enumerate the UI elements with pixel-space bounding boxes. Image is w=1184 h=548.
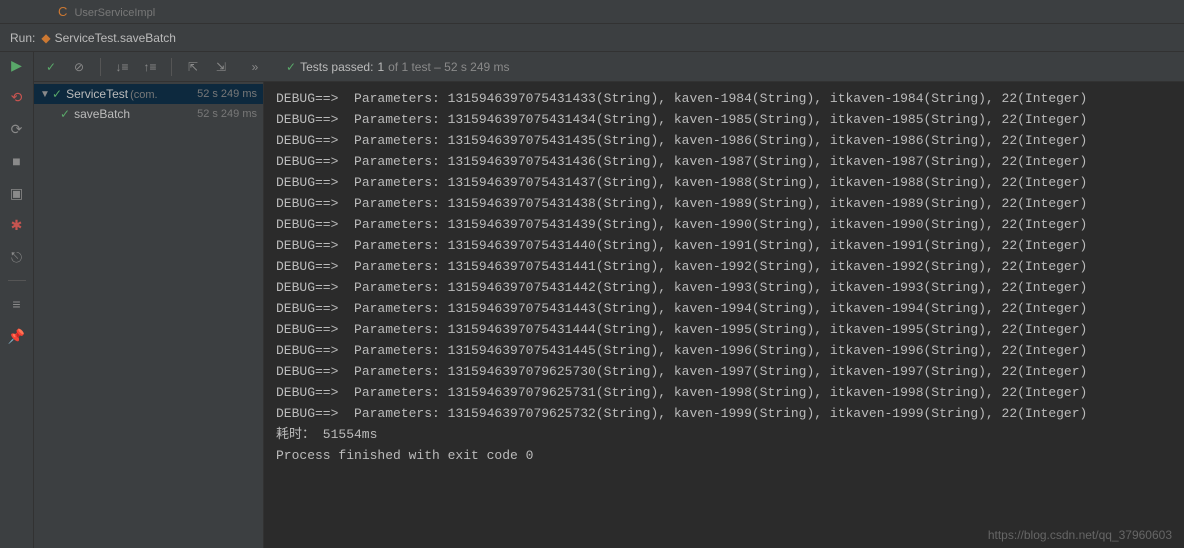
tree-child[interactable]: ✓ saveBatch 52 s 249 ms bbox=[34, 104, 263, 124]
main-area: ▶ ⟲ ⟳ ■ ▣ ✱ ⎋ ≡ 📌 ✓ ⊘ ↓≡ ↑≡ ⇱ ⇲ » ✓ Test… bbox=[0, 52, 1184, 548]
center-wrap: ✓ ⊘ ↓≡ ↑≡ ⇱ ⇲ » ✓ Tests passed: 1 of 1 t… bbox=[34, 52, 1184, 548]
gutter-separator bbox=[8, 280, 26, 281]
console-line: DEBUG==> Parameters: 1315946397079625731… bbox=[276, 382, 1172, 403]
run-toolbar: Run: ◆ ServiceTest.saveBatch bbox=[0, 24, 1184, 52]
console-line: DEBUG==> Parameters: 1315946397075431438… bbox=[276, 193, 1172, 214]
tree-root-name: ServiceTest(com. bbox=[66, 87, 197, 101]
rerun-failed-icon[interactable]: ⟲ bbox=[8, 88, 26, 106]
body-row: ▼ ✓ ServiceTest(com. 52 s 249 ms ✓ saveB… bbox=[34, 82, 1184, 548]
sort-down-button[interactable]: ↓≡ bbox=[111, 56, 133, 78]
console-line: DEBUG==> Parameters: 1315946397075431441… bbox=[276, 256, 1172, 277]
test-tree[interactable]: ▼ ✓ ServiceTest(com. 52 s 249 ms ✓ saveB… bbox=[34, 82, 264, 548]
console-line: DEBUG==> Parameters: 1315946397079625732… bbox=[276, 403, 1172, 424]
expand-all-button[interactable]: ⇱ bbox=[182, 56, 204, 78]
more-button[interactable]: » bbox=[244, 56, 266, 78]
console-line: DEBUG==> Parameters: 1315946397075431434… bbox=[276, 109, 1172, 130]
separator bbox=[100, 58, 101, 76]
tree-root-time: 52 s 249 ms bbox=[197, 88, 257, 100]
run-config-name[interactable]: ServiceTest.saveBatch bbox=[55, 31, 176, 45]
check-icon: ✓ bbox=[52, 87, 62, 101]
run-icon[interactable]: ▶ bbox=[8, 56, 26, 74]
watermark: https://blog.csdn.net/qq_37960603 bbox=[988, 528, 1172, 542]
console-line: DEBUG==> Parameters: 1315946397075431440… bbox=[276, 235, 1172, 256]
console-line: DEBUG==> Parameters: 1315946397075431444… bbox=[276, 319, 1172, 340]
dump-icon[interactable]: ▣ bbox=[8, 184, 26, 202]
run-label: Run: bbox=[10, 31, 35, 45]
breadcrumb-dim: C UserServiceImpl bbox=[58, 4, 155, 19]
chevron-down-icon[interactable]: ▼ bbox=[40, 89, 52, 100]
test-status: ✓ Tests passed: 1 of 1 test – 52 s 249 m… bbox=[286, 60, 510, 74]
console-line: DEBUG==> Parameters: 1315946397075431445… bbox=[276, 340, 1172, 361]
console-line: DEBUG==> Parameters: 1315946397075431436… bbox=[276, 151, 1172, 172]
debug-icon[interactable]: ✱ bbox=[8, 216, 26, 234]
layout-icon[interactable]: ≡ bbox=[8, 295, 26, 313]
console-line: DEBUG==> Parameters: 1315946397075431433… bbox=[276, 88, 1172, 109]
left-gutter: ▶ ⟲ ⟳ ■ ▣ ✱ ⎋ ≡ 📌 bbox=[0, 52, 34, 548]
console-output[interactable]: DEBUG==> Parameters: 1315946397075431433… bbox=[264, 82, 1184, 548]
pin-icon[interactable]: 📌 bbox=[8, 327, 26, 345]
tests-of-text: of 1 test – 52 s 249 ms bbox=[388, 60, 509, 74]
exit-icon[interactable]: ⎋ bbox=[8, 248, 26, 266]
show-ignored-button[interactable]: ⊘ bbox=[68, 56, 90, 78]
breadcrumb-text[interactable]: UserServiceImpl bbox=[74, 7, 155, 19]
tree-root[interactable]: ▼ ✓ ServiceTest(com. 52 s 249 ms bbox=[34, 84, 263, 104]
stop-icon[interactable]: ■ bbox=[8, 152, 26, 170]
separator bbox=[171, 58, 172, 76]
top-bar: C UserServiceImpl bbox=[0, 0, 1184, 24]
console-line: 耗时： 51554ms bbox=[276, 424, 1172, 445]
console-line: DEBUG==> Parameters: 1315946397075431435… bbox=[276, 130, 1172, 151]
test-file-icon: ◆ bbox=[41, 31, 50, 45]
console-line: DEBUG==> Parameters: 1315946397079625730… bbox=[276, 361, 1172, 382]
tree-child-name: saveBatch bbox=[74, 107, 197, 121]
show-passed-button[interactable]: ✓ bbox=[40, 56, 62, 78]
console-line: DEBUG==> Parameters: 1315946397075431437… bbox=[276, 172, 1172, 193]
tests-passed-label: Tests passed: bbox=[300, 60, 373, 74]
tests-passed-count: 1 bbox=[377, 60, 384, 74]
sort-up-button[interactable]: ↑≡ bbox=[139, 56, 161, 78]
console-line: DEBUG==> Parameters: 1315946397075431439… bbox=[276, 214, 1172, 235]
console-line: DEBUG==> Parameters: 1315946397075431443… bbox=[276, 298, 1172, 319]
class-icon: C bbox=[58, 4, 67, 19]
check-icon: ✓ bbox=[286, 60, 296, 74]
toggle-auto-icon[interactable]: ⟳ bbox=[8, 120, 26, 138]
test-toolbar: ✓ ⊘ ↓≡ ↑≡ ⇱ ⇲ » ✓ Tests passed: 1 of 1 t… bbox=[34, 52, 1184, 82]
tree-child-time: 52 s 249 ms bbox=[197, 108, 257, 120]
collapse-all-button[interactable]: ⇲ bbox=[210, 56, 232, 78]
check-icon: ✓ bbox=[60, 107, 70, 121]
console-line: DEBUG==> Parameters: 1315946397075431442… bbox=[276, 277, 1172, 298]
console-line: Process finished with exit code 0 bbox=[276, 445, 1172, 466]
